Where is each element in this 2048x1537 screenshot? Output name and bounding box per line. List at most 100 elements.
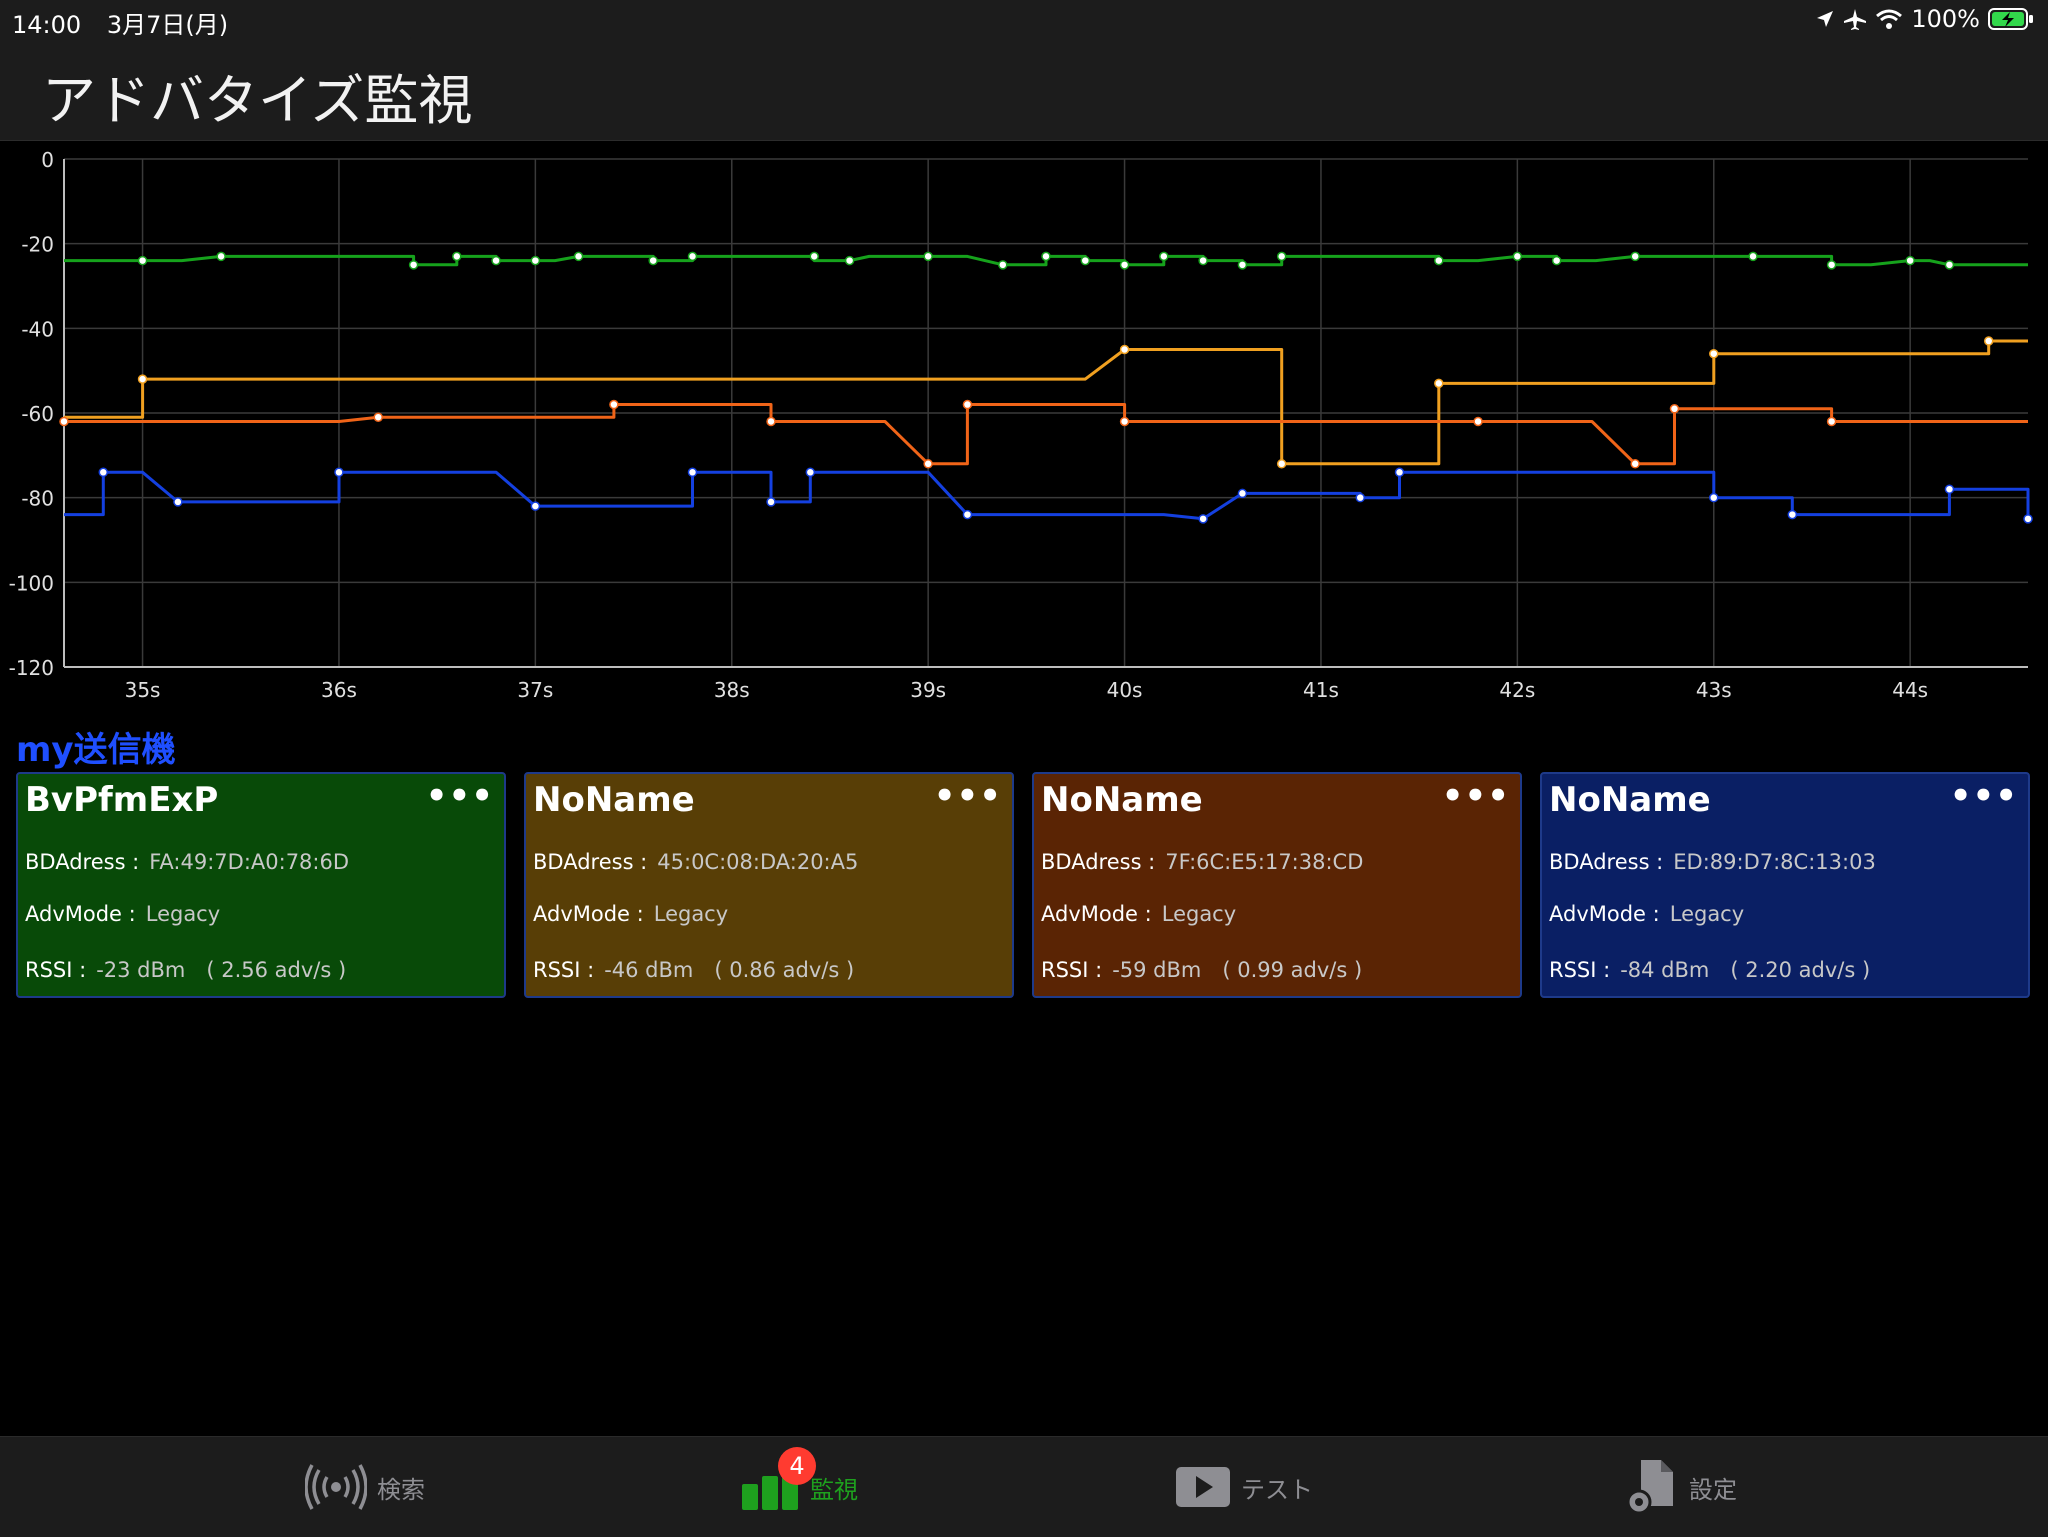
x-tick-label: 39s bbox=[910, 678, 946, 702]
bd-address-label: BDAdress : bbox=[533, 850, 648, 874]
rssi-label: RSSI : bbox=[25, 958, 87, 982]
bd-address-value: FA:49:7D:A0:78:6D bbox=[149, 850, 350, 874]
device-name: NoName bbox=[533, 780, 695, 820]
data-point bbox=[408, 260, 419, 270]
data-point bbox=[1512, 251, 1523, 262]
data-point bbox=[687, 251, 698, 262]
location-icon bbox=[1817, 11, 1834, 27]
data-point bbox=[1709, 348, 1719, 359]
data-point bbox=[1355, 492, 1365, 503]
section-title: my送信機 bbox=[16, 730, 176, 770]
device-card[interactable]: NoName ••• BDAdress : 7F:6C:E5:17:38:CD A… bbox=[1032, 772, 1522, 998]
rssi-chart-svg: 0 -20 -40 -60 -80 -100 -120 35s 36s 37s 38s 39s 40s 4… bbox=[9, 148, 2033, 702]
adv-mode-label: AdvMode : bbox=[1041, 902, 1152, 926]
y-tick-label: -80 bbox=[21, 487, 54, 511]
data-point bbox=[805, 467, 816, 478]
device-name: NoName bbox=[1041, 780, 1203, 820]
more-options-button[interactable]: ••• bbox=[1442, 776, 1510, 816]
bd-address-value: 45:0C:08:DA:20:A5 bbox=[657, 850, 859, 874]
data-point bbox=[687, 467, 698, 478]
airplane-icon bbox=[1844, 9, 1867, 30]
battery-percent: 100% bbox=[1911, 5, 1980, 33]
bd-address-value: 7F:6C:E5:17:38:CD bbox=[1165, 850, 1364, 874]
notification-badge: 4 bbox=[778, 1447, 816, 1485]
adv-mode-value: Legacy bbox=[653, 902, 729, 926]
bd-address-label: BDAdress : bbox=[1041, 850, 1156, 874]
page-title: アドバタイズ監視 bbox=[42, 69, 473, 132]
data-point bbox=[1237, 260, 1248, 270]
status-bar: 14:00 3月7日(月) 100% bbox=[0, 0, 2048, 40]
data-point bbox=[1944, 260, 1955, 270]
data-point bbox=[98, 467, 109, 478]
device-card[interactable]: NoName ••• BDAdress : ED:89:D7:8C:13:03 A… bbox=[1540, 772, 2030, 998]
tab-search[interactable]: 検索 bbox=[305, 1437, 425, 1537]
data-point bbox=[844, 255, 855, 266]
settings-document-icon bbox=[1626, 1460, 1673, 1515]
data-point bbox=[923, 459, 933, 469]
data-point bbox=[998, 260, 1008, 270]
device-cards: BvPfmExP ••• BDAdress : FA:49:7D:A0:78:6D… bbox=[16, 772, 2032, 1000]
data-point bbox=[491, 255, 501, 266]
navigation-bar: アドバタイズ監視 bbox=[0, 40, 2048, 141]
tab-test[interactable]: テスト bbox=[1175, 1437, 1313, 1537]
more-options-button[interactable]: ••• bbox=[426, 776, 494, 816]
more-options-button[interactable]: ••• bbox=[1950, 776, 2018, 816]
x-tick-label: 41s bbox=[1303, 678, 1339, 702]
rssi-row: RSSI : -46 dBm ( 0.86 adv/s ) bbox=[533, 954, 854, 984]
wifi-icon bbox=[1876, 9, 1903, 29]
adv-mode-value: Legacy bbox=[1669, 902, 1745, 926]
data-point bbox=[573, 251, 584, 262]
adv-mode-label: AdvMode : bbox=[533, 902, 644, 926]
status-left: 14:00 3月7日(月) bbox=[12, 5, 228, 40]
rssi-row: RSSI : -23 dBm ( 2.56 adv/s ) bbox=[25, 954, 346, 984]
bd-address-row: BDAdress : 7F:6C:E5:17:38:CD bbox=[1041, 850, 1363, 874]
data-point bbox=[1198, 255, 1208, 266]
adv-mode-row: AdvMode : Legacy bbox=[533, 902, 728, 926]
data-point bbox=[1669, 404, 1680, 414]
status-time: 14:00 bbox=[12, 11, 82, 39]
data-point bbox=[1630, 251, 1640, 262]
x-tick-label: 38s bbox=[714, 678, 750, 702]
data-point bbox=[530, 255, 541, 266]
x-tick-label: 43s bbox=[1696, 678, 1732, 702]
tab-settings[interactable]: 設定 bbox=[1625, 1437, 1737, 1537]
x-tick-label: 40s bbox=[1107, 678, 1143, 702]
device-card[interactable]: NoName ••• BDAdress : 45:0C:08:DA:20:A5 A… bbox=[524, 772, 1014, 998]
bd-address-label: BDAdress : bbox=[25, 850, 140, 874]
status-right: 100% bbox=[1815, 5, 2034, 33]
data-point bbox=[1276, 459, 1287, 469]
play-icon bbox=[1176, 1467, 1230, 1507]
bd-address-row: BDAdress : 45:0C:08:DA:20:A5 bbox=[533, 850, 858, 874]
rssi-value: -59 dBm ( 0.99 adv/s ) bbox=[1112, 958, 1363, 982]
rssi-value: -84 dBm ( 2.20 adv/s ) bbox=[1620, 958, 1871, 982]
data-point bbox=[1394, 467, 1405, 478]
x-tick-label: 44s bbox=[1892, 678, 1928, 702]
more-options-button[interactable]: ••• bbox=[934, 776, 1002, 816]
data-point bbox=[1119, 260, 1130, 270]
adv-mode-row: AdvMode : Legacy bbox=[1549, 902, 1744, 926]
rssi-row: RSSI : -84 dBm ( 2.20 adv/s ) bbox=[1549, 954, 1870, 984]
data-point bbox=[1983, 336, 1994, 346]
device-name: BvPfmExP bbox=[25, 780, 219, 820]
data-point bbox=[1041, 251, 1051, 262]
data-point bbox=[1119, 416, 1130, 427]
y-tick-label: 0 bbox=[41, 148, 54, 172]
data-point bbox=[609, 399, 619, 410]
bd-address-value: ED:89:D7:8C:13:03 bbox=[1673, 850, 1876, 874]
x-tick-label: 42s bbox=[1499, 678, 1535, 702]
tab-monitor-label: 監視 bbox=[810, 1475, 858, 1504]
data-point bbox=[809, 251, 819, 262]
y-tick-label: -100 bbox=[9, 571, 54, 595]
device-card[interactable]: BvPfmExP ••• BDAdress : FA:49:7D:A0:78:6D… bbox=[16, 772, 506, 998]
data-point bbox=[923, 251, 933, 262]
data-point bbox=[1630, 459, 1640, 469]
status-date: 3月7日(月) bbox=[106, 11, 229, 39]
y-tick-label: -120 bbox=[9, 656, 54, 680]
tab-bar: 検索 監視 4 テスト 設定 bbox=[0, 1436, 2048, 1537]
data-point bbox=[1276, 251, 1287, 262]
data-point bbox=[137, 255, 148, 266]
data-point bbox=[962, 399, 973, 410]
series-line bbox=[64, 339, 2028, 466]
tab-test-label: テスト bbox=[1241, 1475, 1313, 1504]
data-point bbox=[1826, 260, 1837, 270]
